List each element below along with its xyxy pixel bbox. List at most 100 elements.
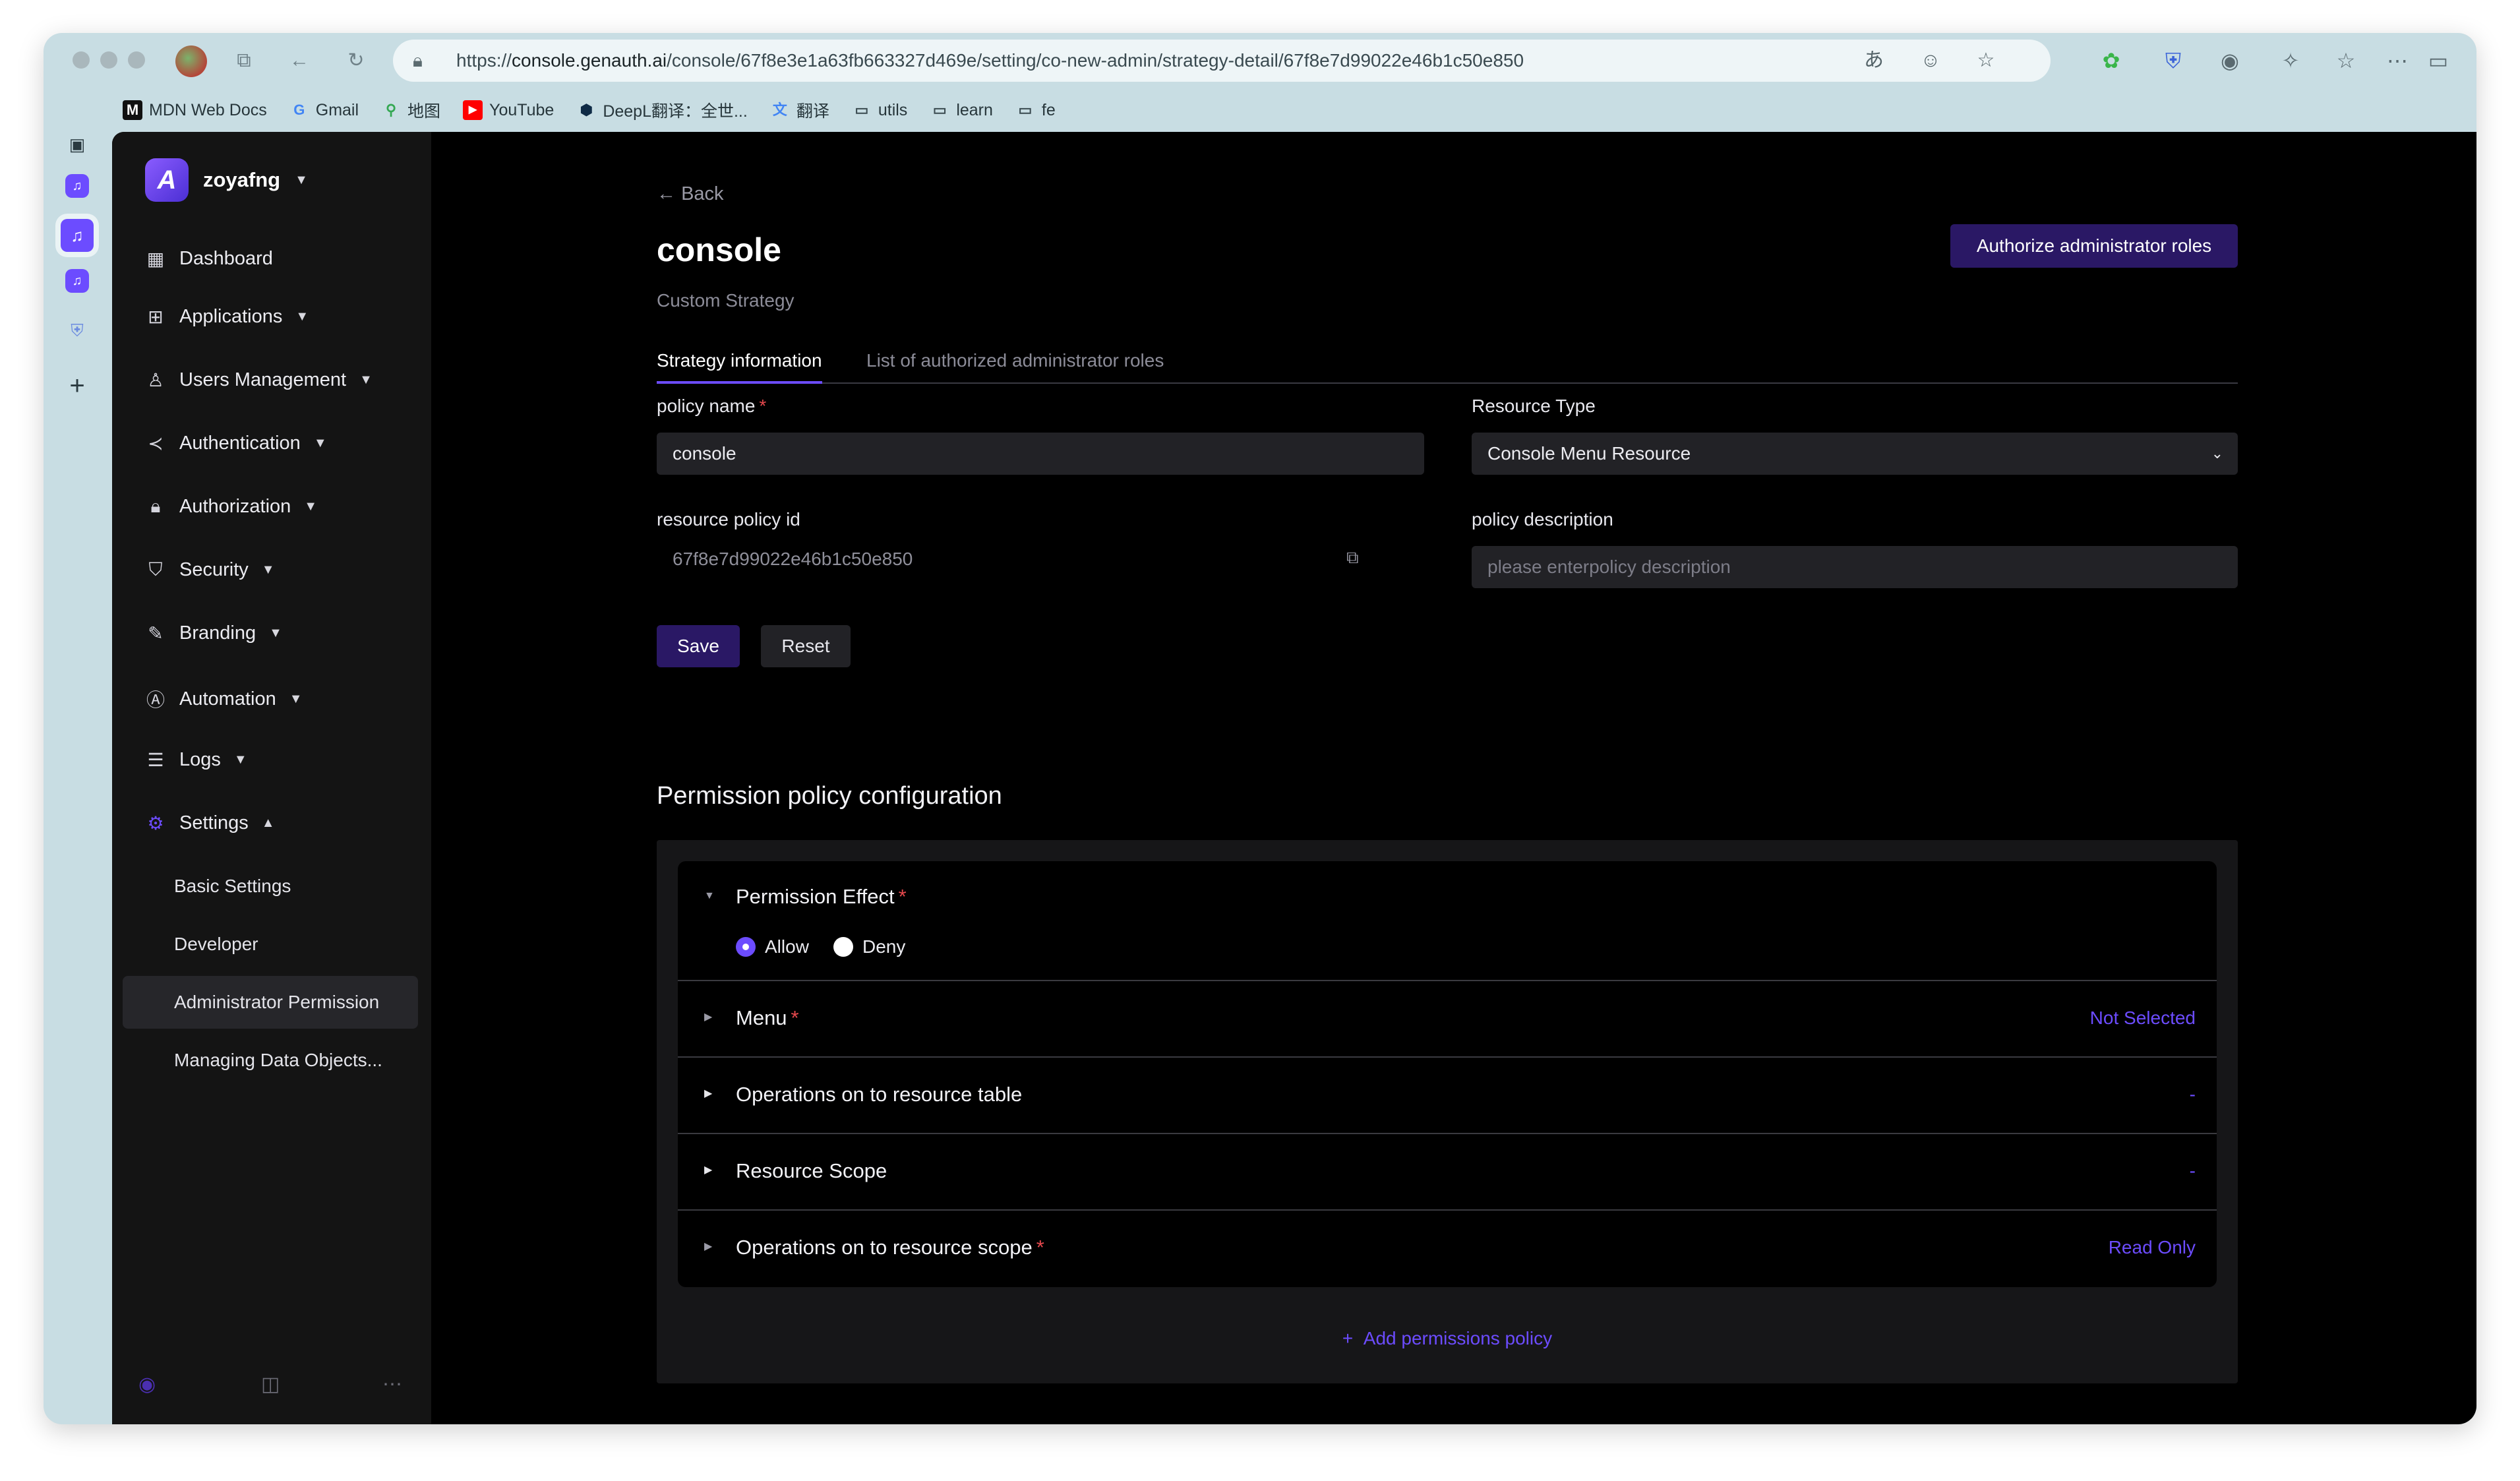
dashboard-icon: ▦ bbox=[146, 249, 165, 269]
sidebar-item-applications[interactable]: ⊞ Applications ▼ bbox=[145, 306, 309, 328]
back-link[interactable]: ← Back bbox=[657, 183, 724, 205]
add-permissions-policy-button[interactable]: + Add permissions policy bbox=[657, 1328, 2238, 1349]
permission-panel: ▼ Permission Effect * Allow Deny ▶ Menu … bbox=[657, 840, 2238, 1383]
bookmark-youtube[interactable]: ▶ YouTube bbox=[463, 100, 554, 120]
chevron-down-icon: ▼ bbox=[269, 626, 282, 640]
operations-table-title: Operations on to resource table bbox=[736, 1083, 1023, 1106]
operations-scope-title: Operations on to resource scope * bbox=[736, 1236, 1044, 1259]
google-icon: G bbox=[293, 102, 305, 118]
chevron-down-icon: ▼ bbox=[295, 309, 309, 324]
copy-icon[interactable]: ⧉ bbox=[1346, 547, 1359, 568]
permission-config-title: Permission policy configuration bbox=[657, 782, 1002, 810]
policy-name-input[interactable]: console bbox=[657, 433, 1424, 475]
allow-radio[interactable]: Allow bbox=[736, 936, 809, 957]
vertical-tab-genauth-active[interactable]: ♫ bbox=[61, 219, 94, 252]
tab-authorized-admin-roles[interactable]: List of authorized administrator roles bbox=[866, 347, 1164, 384]
operations-table-section[interactable]: ▶ Operations on to resource table - bbox=[678, 1058, 2217, 1134]
collapse-sidebar-icon[interactable]: ◫ bbox=[261, 1373, 280, 1396]
address-bar[interactable]: 🔒︎ https://console.genauth.ai/console/67f… bbox=[393, 40, 2051, 82]
vertical-tab-shield-icon[interactable]: ⛨ bbox=[61, 314, 94, 347]
authorize-admin-roles-button[interactable]: Authorize administrator roles bbox=[1950, 224, 2238, 268]
page-title: console bbox=[657, 231, 781, 268]
policy-description-label: policy description bbox=[1472, 509, 1613, 529]
sidebar-item-automation[interactable]: Ⓐ Automation ▼ bbox=[145, 686, 303, 712]
bookmark-learn[interactable]: ▭ learn bbox=[930, 100, 993, 120]
chevron-down-icon: ⌄ bbox=[2211, 445, 2223, 462]
sidebar-item-security[interactable]: ⛉ Security ▼ bbox=[145, 559, 274, 581]
page-subtitle: Custom Strategy bbox=[657, 290, 795, 311]
bookmark-fe[interactable]: ▭ fe bbox=[1015, 100, 1056, 120]
arrow-left-icon: ← bbox=[657, 183, 676, 204]
vertical-tabs: ▣ ♫ ♫ ♫ ⛨ + bbox=[44, 92, 112, 1411]
profile-avatar[interactable] bbox=[175, 45, 207, 77]
sidebar-item-basic-settings[interactable]: Basic Settings bbox=[123, 860, 418, 913]
resource-type-select[interactable]: Console Menu Resource ⌄ bbox=[1472, 433, 2238, 475]
lock-icon: 🔒︎ bbox=[150, 496, 161, 516]
favorites-icon[interactable]: ☆ bbox=[2331, 46, 2360, 75]
sidebar-item-users[interactable]: ♙ Users Management ▼ bbox=[145, 369, 373, 391]
sidebar-item-branding[interactable]: ✎ Branding ▼ bbox=[145, 622, 282, 644]
sidebar-toggle-icon[interactable]: ▭ bbox=[2424, 46, 2453, 75]
org-switcher[interactable]: A zoyafng ▼ bbox=[145, 158, 308, 202]
permission-effect-section: ▼ Permission Effect * Allow Deny bbox=[678, 861, 2217, 981]
chevron-down-icon: ▼ bbox=[289, 691, 303, 706]
deepl-icon: ⬢ bbox=[580, 102, 593, 118]
chevron-up-icon: ▲ bbox=[261, 816, 275, 830]
bookmark-translate[interactable]: 文翻译 bbox=[770, 98, 829, 122]
refresh-icon[interactable]: ↻ bbox=[342, 46, 371, 75]
sidebar-item-authentication[interactable]: ≺ Authentication ▼ bbox=[145, 433, 326, 454]
resource-scope-value: - bbox=[2189, 1161, 2196, 1181]
more-icon[interactable]: ⋯ bbox=[382, 1373, 402, 1396]
bookmark-maps[interactable]: ⚲ 地图 bbox=[381, 98, 440, 122]
user-icon: ♙ bbox=[147, 370, 164, 390]
close-window-button[interactable] bbox=[73, 51, 90, 69]
sidebar-item-settings[interactable]: ⚙ Settings ▲ bbox=[145, 812, 275, 834]
tab-strategy-information[interactable]: Strategy information bbox=[657, 347, 822, 384]
new-tab-plus-icon[interactable]: + bbox=[61, 369, 94, 402]
bookmark-mdn[interactable]: M MDN Web Docs bbox=[123, 100, 267, 120]
deny-radio[interactable]: Deny bbox=[833, 936, 905, 957]
sidebar-item-logs[interactable]: ☰ Logs ▼ bbox=[145, 749, 247, 771]
sidebar-item-administrator-permission[interactable]: Administrator Permission bbox=[123, 976, 418, 1029]
reset-button[interactable]: Reset bbox=[761, 625, 851, 667]
sidebar-item-dashboard[interactable]: ▦ Dashboard bbox=[145, 248, 273, 270]
minimize-window-button[interactable] bbox=[100, 51, 117, 69]
bookmark-deepl[interactable]: ⬢ DeepL翻译：全世... bbox=[576, 98, 748, 122]
app-viewport: A zoyafng ▼ ▦ Dashboard ⊞ Applications ▼… bbox=[112, 132, 2476, 1424]
translate-page-icon[interactable]: あ bbox=[1861, 47, 1887, 74]
chevron-down-icon[interactable]: ▼ bbox=[704, 890, 715, 902]
chevron-down-icon: ▼ bbox=[359, 373, 373, 387]
extension-icon[interactable]: ◉ bbox=[2215, 46, 2244, 75]
bookmark-utils[interactable]: ▭ utils bbox=[852, 100, 907, 120]
extension-shield-icon[interactable]: ⛨ bbox=[2159, 46, 2188, 75]
operations-scope-section[interactable]: ▶ Operations on to resource scope * Read … bbox=[678, 1211, 2217, 1287]
vertical-tab-genauth[interactable]: ♫ bbox=[65, 174, 89, 198]
sidebar-item-authorization[interactable]: 🔒︎ Authorization ▼ bbox=[145, 496, 318, 518]
assistant-icon[interactable]: ◉ bbox=[138, 1373, 156, 1396]
resource-policy-id-value: 67f8e7d99022e46b1c50e850 bbox=[673, 549, 913, 569]
sidebar-item-developer[interactable]: Developer bbox=[123, 918, 418, 971]
required-asterisk: * bbox=[1036, 1236, 1044, 1259]
resource-scope-section[interactable]: ▶ Resource Scope - bbox=[678, 1134, 2217, 1211]
automation-icon: Ⓐ bbox=[146, 690, 165, 710]
bookmark-gmail[interactable]: G Gmail bbox=[289, 100, 359, 120]
menu-section[interactable]: ▶ Menu * Not Selected bbox=[678, 981, 2217, 1058]
maximize-window-button[interactable] bbox=[128, 51, 145, 69]
save-button[interactable]: Save bbox=[657, 625, 740, 667]
extension-icon[interactable]: ✿ bbox=[2097, 46, 2126, 75]
more-menu-icon[interactable]: ⋯ bbox=[2383, 46, 2412, 75]
plus-icon: + bbox=[1342, 1328, 1354, 1348]
policy-description-textarea[interactable]: please enterpolicy description bbox=[1472, 546, 2238, 588]
tab-actions-icon[interactable]: ▣ bbox=[61, 128, 94, 161]
vertical-tab-genauth[interactable]: ♫ bbox=[65, 269, 89, 293]
favorite-star-icon[interactable]: ☆ bbox=[1973, 47, 1999, 74]
sidebar-item-managing-data-objects[interactable]: Managing Data Objects... bbox=[123, 1034, 418, 1087]
radio-selected-icon bbox=[736, 937, 756, 957]
back-arrow-icon[interactable]: ← bbox=[285, 46, 314, 75]
reader-icon[interactable]: ☺ bbox=[1917, 47, 1944, 74]
tab-bar: Strategy information List of authorized … bbox=[657, 347, 2238, 384]
extensions-puzzle-icon[interactable]: ✧ bbox=[2276, 46, 2305, 75]
share-icon: ≺ bbox=[148, 433, 164, 454]
folder-icon: ▭ bbox=[932, 102, 947, 118]
tab-collections-icon[interactable]: ⧉ bbox=[229, 46, 258, 75]
